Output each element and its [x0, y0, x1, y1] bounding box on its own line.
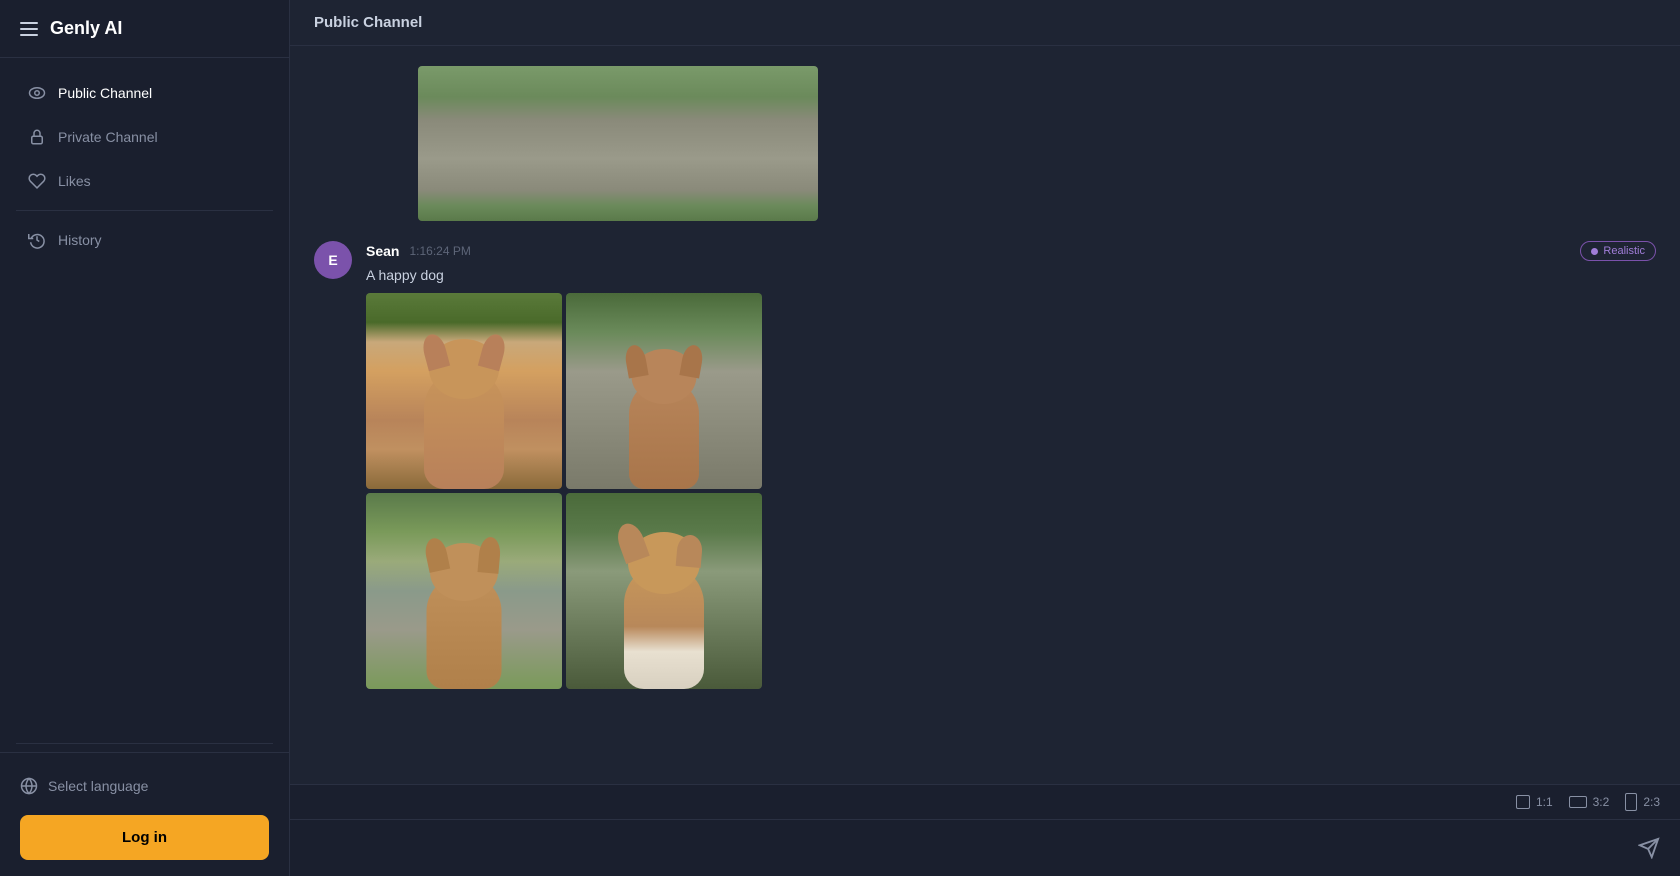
- main-content: Public Channel E Sean 1:16:24 PM Realist…: [290, 0, 1680, 876]
- sidebar-item-label: Likes: [58, 173, 91, 189]
- message-meta: Sean 1:16:24 PM Realistic: [366, 241, 1656, 261]
- dog-image-4[interactable]: [566, 493, 762, 689]
- sidebar-item-private-channel[interactable]: Private Channel: [8, 116, 281, 158]
- message-badge: Realistic: [1580, 241, 1656, 261]
- ratio-1-1-icon: [1516, 795, 1530, 809]
- language-icon: [20, 777, 38, 795]
- avatar: E: [314, 241, 352, 279]
- ratio-3-2-label: 3:2: [1593, 795, 1610, 809]
- sidebar-bottom-divider: [16, 743, 273, 744]
- image-grid: [366, 293, 762, 689]
- message-author: Sean: [366, 243, 399, 259]
- sidebar: Genly AI Public Channel Private Channel: [0, 0, 290, 876]
- ratio-2-3-label: 2:3: [1643, 795, 1660, 809]
- ratio-3-2-icon: [1569, 796, 1587, 808]
- history-icon: [28, 231, 46, 249]
- message-time: 1:16:24 PM: [409, 244, 470, 258]
- send-button[interactable]: [1638, 837, 1660, 859]
- sidebar-item-likes[interactable]: Likes: [8, 160, 281, 202]
- eye-icon: [28, 84, 46, 102]
- message-group: E Sean 1:16:24 PM Realistic A happy dog: [314, 241, 1656, 689]
- sidebar-item-history[interactable]: History: [8, 219, 281, 261]
- sidebar-item-label: History: [58, 232, 102, 248]
- message-content: Sean 1:16:24 PM Realistic A happy dog: [366, 241, 1656, 689]
- channel-title: Public Channel: [314, 14, 422, 31]
- messages-area: E Sean 1:16:24 PM Realistic A happy dog: [290, 46, 1680, 784]
- sidebar-item-public-channel[interactable]: Public Channel: [8, 72, 281, 114]
- bottom-bar: 1:1 3:2 2:3: [290, 784, 1680, 876]
- sidebar-footer: Select language Log in: [0, 752, 289, 876]
- aspect-ratio-bar: 1:1 3:2 2:3: [290, 785, 1680, 820]
- sidebar-divider: [16, 210, 273, 211]
- road-image: [418, 66, 818, 221]
- ratio-2-3-icon: [1625, 793, 1637, 811]
- app-title: Genly AI: [50, 18, 122, 39]
- dog-image-3[interactable]: [366, 493, 562, 689]
- ratio-2-3[interactable]: 2:3: [1625, 793, 1660, 811]
- sidebar-nav: Public Channel Private Channel Likes: [0, 58, 289, 735]
- chat-input[interactable]: [310, 834, 1626, 862]
- hamburger-icon[interactable]: [20, 22, 38, 36]
- dog-image-1[interactable]: [366, 293, 562, 489]
- main-header: Public Channel: [290, 0, 1680, 46]
- heart-icon: [28, 172, 46, 190]
- message-text: A happy dog: [366, 267, 1656, 283]
- select-language-label: Select language: [48, 778, 148, 794]
- login-button[interactable]: Log in: [20, 815, 269, 860]
- dog-image-2[interactable]: [566, 293, 762, 489]
- top-image: [418, 66, 818, 221]
- sidebar-item-label: Private Channel: [58, 129, 158, 145]
- send-icon: [1638, 837, 1660, 859]
- select-language[interactable]: Select language: [20, 769, 269, 803]
- ratio-3-2[interactable]: 3:2: [1569, 795, 1610, 809]
- sidebar-header: Genly AI: [0, 0, 289, 58]
- lock-icon: [28, 128, 46, 146]
- sidebar-item-label: Public Channel: [58, 85, 152, 101]
- ratio-1-1[interactable]: 1:1: [1516, 795, 1553, 809]
- input-area: [290, 820, 1680, 876]
- ratio-1-1-label: 1:1: [1536, 795, 1553, 809]
